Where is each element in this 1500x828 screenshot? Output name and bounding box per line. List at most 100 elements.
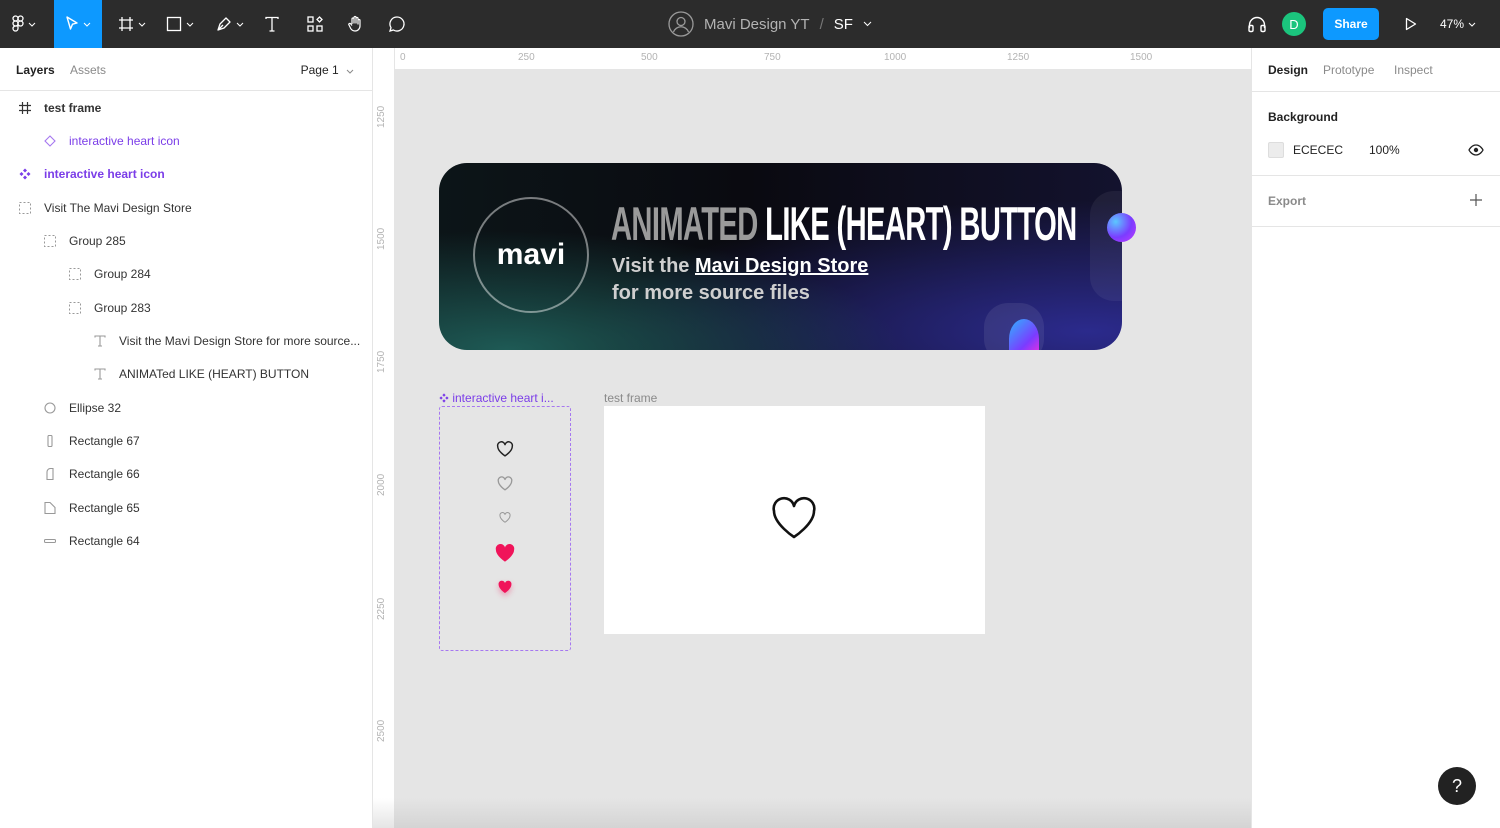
zoom-value: 47% [1440,17,1465,31]
mavi-logo: mavi [473,197,589,313]
present-button[interactable] [1398,0,1424,48]
move-tool-button[interactable] [54,0,102,48]
frame-icon [119,17,133,31]
heart-outline-large-icon[interactable] [770,496,818,540]
layer-label: Visit the Mavi Design Store for more sou… [119,333,361,348]
tab-assets[interactable]: Assets [70,63,106,77]
ruler-tick: 1750 [376,350,387,373]
ruler-tick: 2500 [376,719,387,742]
layer-label: Group 284 [94,266,151,281]
ruler-tick: 1500 [1130,52,1153,63]
zoom-dropdown[interactable]: 47% [1440,0,1476,48]
layer-row[interactable]: Group 284 [0,257,372,290]
properties-panel: Design Prototype Inspect Background ECEC… [1251,48,1500,828]
layer-label: interactive heart icon [69,133,180,148]
layer-row[interactable]: Ellipse 32 [0,391,372,424]
layer-label: Visit The Mavi Design Store [44,200,192,215]
banner-sub-prefix: Visit the [612,255,695,277]
heart-outline-small-icon[interactable] [499,512,511,523]
layer-label: ANIMATed LIKE (HEART) BUTTON [119,366,310,381]
file-title[interactable]: Mavi Design YT / SF [668,0,872,48]
shape-tool-button[interactable] [158,0,202,48]
help-button[interactable]: ? [1438,767,1476,805]
eye-icon[interactable] [1468,144,1484,156]
resources-button[interactable] [300,0,330,48]
share-button[interactable]: Share [1323,8,1379,40]
tab-layers[interactable]: Layers [16,63,55,77]
text-tool-button[interactable] [258,0,286,48]
rectangle-icon [166,16,182,32]
layer-label: Group 283 [94,300,151,315]
layers-panel: Layers Assets Page 1 test frame interact… [0,48,373,828]
component-frame-label[interactable]: interactive heart i... [439,391,554,405]
mavi-banner[interactable]: mavi ANIMATED LIKE (HEART) BUTTON Visit … [439,163,1122,350]
frame-icon [18,101,32,115]
layer-row[interactable]: Group 283 [0,291,372,324]
team-avatar-icon [668,11,694,37]
group-icon [68,301,82,315]
heart-outline-icon[interactable] [496,441,514,457]
background-hex-input[interactable]: ECECEC [1293,143,1343,157]
chevron-down-icon [346,69,354,74]
layer-label: Group 285 [69,233,126,248]
user-avatar[interactable]: D [1282,12,1306,36]
ruler-tick: 750 [764,52,781,63]
tab-inspect[interactable]: Inspect [1394,63,1433,77]
text-icon [93,367,107,381]
test-frame-label[interactable]: test frame [604,391,657,405]
page-selector[interactable]: Page 1 [301,63,354,77]
ruler-tick: 1000 [884,52,907,63]
main-menu-button[interactable] [0,0,48,48]
banner-title: ANIMATED LIKE (HEART) BUTTON [611,196,1077,251]
layer-label: Ellipse 32 [69,400,122,415]
frame-tool-button[interactable] [110,0,154,48]
audio-button[interactable] [1242,0,1272,48]
banner-subtitle: Visit the Mavi Design Store for more sou… [612,253,868,307]
rectangle-icon [43,434,57,448]
chevron-down-icon [28,22,36,27]
chevron-down-icon [83,22,91,27]
layer-row[interactable]: Group 285 [0,224,372,257]
chevron-down-icon [138,22,146,27]
heart-filled-icon[interactable] [494,543,516,563]
background-section-title: Background [1268,110,1339,124]
layer-row[interactable]: Visit the Mavi Design Store for more sou… [0,324,372,357]
comment-tool-button[interactable] [382,0,412,48]
component-icon [18,167,32,181]
breadcrumb-separator: / [819,15,824,33]
banner-store-link: Mavi Design Store [695,255,869,277]
ruler-tick: 0 [400,52,406,63]
layer-row[interactable]: Visit The Mavi Design Store [0,191,372,224]
pen-tool-button[interactable] [208,0,252,48]
divider [1252,226,1500,227]
file-name[interactable]: SF [834,16,853,33]
design-canvas[interactable]: 0 250 500 750 1000 1250 1500 1250 1500 1… [373,48,1251,828]
layer-row[interactable]: ANIMATed LIKE (HEART) BUTTON [0,357,372,390]
layer-label: Rectangle 64 [69,533,140,548]
rectangle-icon [43,534,57,548]
tab-design[interactable]: Design [1268,63,1308,77]
hand-tool-button[interactable] [340,0,372,48]
background-color-swatch[interactable] [1268,142,1284,158]
layer-row[interactable]: Rectangle 67 [0,424,372,457]
resources-icon [307,16,323,32]
interactive-heart-component[interactable] [439,406,571,651]
ruler-horizontal: 0 250 500 750 1000 1250 1500 [373,48,1251,70]
page-name: Page 1 [300,63,339,77]
top-toolbar: Mavi Design YT / SF D Share 47% [0,0,1500,48]
project-name[interactable]: Mavi Design YT [704,16,810,33]
layer-row[interactable]: Rectangle 66 [0,457,372,490]
layer-row[interactable]: interactive heart icon [0,157,372,190]
heart-filled-small-icon[interactable] [497,580,513,594]
layer-row[interactable]: Rectangle 65 [0,491,372,524]
banner-sub-line2: for more source files [612,282,810,304]
layer-row[interactable]: Rectangle 64 [0,524,372,557]
heart-outline-light-icon[interactable] [497,476,513,491]
layer-row[interactable]: interactive heart icon [0,124,372,157]
test-frame[interactable] [604,406,985,634]
gradient-orb [1107,213,1136,242]
plus-icon[interactable] [1470,194,1482,206]
tab-prototype[interactable]: Prototype [1323,63,1374,77]
background-opacity-input[interactable]: 100% [1369,143,1400,157]
layer-row[interactable]: test frame [0,91,372,124]
